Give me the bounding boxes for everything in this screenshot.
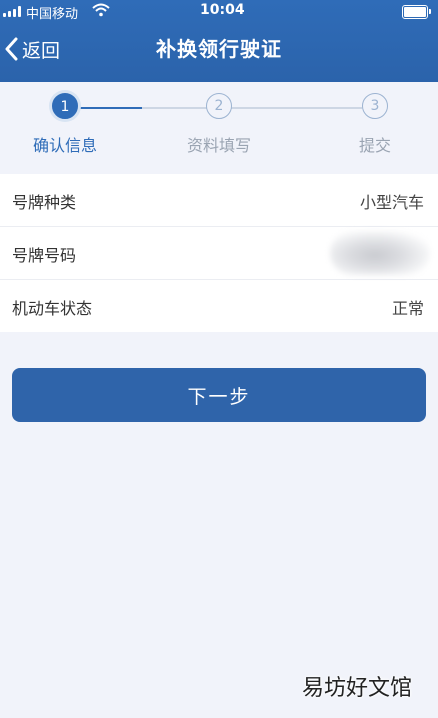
step-2-indicator: 2	[206, 93, 232, 119]
step-3-label: 提交	[358, 136, 391, 155]
status-bar: 中国移动 10:04	[0, 0, 438, 24]
watermark-text: 易坊好文馆	[301, 676, 412, 701]
battery-icon	[402, 5, 431, 19]
step-1-label: 确认信息	[32, 136, 97, 155]
plate-type-value: 小型汽车	[359, 193, 424, 212]
step-connector-active	[78, 107, 142, 109]
step-3-indicator: 3	[362, 93, 388, 119]
step-connector-inactive	[142, 107, 362, 109]
plate-type-label: 号牌种类	[12, 193, 77, 212]
plate-number-label: 号牌号码	[12, 246, 77, 265]
carrier-name: 中国移动	[26, 7, 79, 22]
vehicle-info-card: 号牌种类 小型汽车 号牌号码 机动车状态 正常	[0, 174, 438, 332]
step-1-indicator: 1	[52, 93, 78, 119]
step-2-label: 资料填写	[186, 136, 251, 155]
signal-icon	[3, 6, 21, 17]
vehicle-status-value: 正常	[391, 299, 424, 318]
wifi-icon	[92, 3, 110, 21]
progress-stepper: 1 2 3 确认信息 资料填写 提交	[0, 82, 438, 174]
status-time: 10:04	[200, 2, 245, 18]
page-title: 补换领行驶证	[156, 37, 282, 61]
vehicle-status-label: 机动车状态	[12, 299, 93, 318]
next-step-button[interactable]: 下一步	[12, 368, 426, 422]
top-bar: 中国移动 10:04 返回 补换领行驶证	[0, 0, 438, 82]
plate-number-row: 号牌号码	[0, 227, 438, 280]
plate-number-redacted	[330, 231, 430, 275]
plate-type-row: 号牌种类 小型汽车	[0, 174, 438, 227]
vehicle-status-row: 机动车状态 正常	[0, 280, 438, 332]
